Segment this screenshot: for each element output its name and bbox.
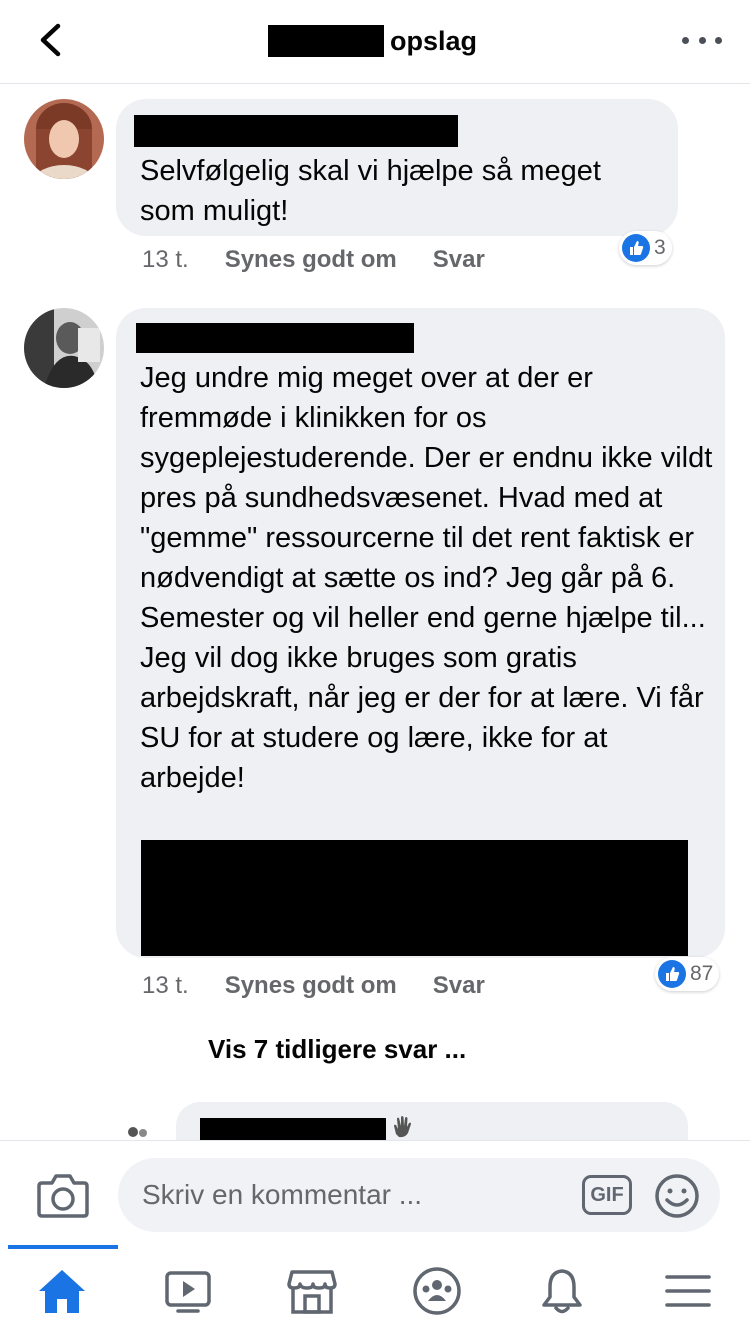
avatar-photo [24, 99, 104, 179]
comment-actions: 13 t. Synes godt om Svar [142, 969, 485, 1003]
chevron-left-icon [40, 23, 61, 57]
top-bar: opslag [0, 0, 750, 84]
comment-text: Jeg undre mig meget over at der er fremm… [140, 362, 713, 794]
notifications-icon [542, 1269, 582, 1314]
active-tab-indicator [8, 1245, 118, 1249]
avatar[interactable] [24, 308, 104, 388]
groups-icon [413, 1267, 461, 1315]
camera-button[interactable] [36, 1171, 90, 1219]
redacted-attachment [141, 840, 688, 956]
camera-icon [37, 1174, 89, 1218]
tab-home[interactable] [32, 1263, 92, 1319]
redacted-author-name [134, 115, 458, 147]
reaction-summary[interactable]: 87 [655, 957, 720, 991]
gif-button[interactable]: GIF [582, 1175, 632, 1215]
like-reaction-icon [658, 960, 686, 988]
menu-icon [665, 1275, 711, 1307]
comment-time: 13 t. [142, 246, 189, 273]
avatar-photo [24, 308, 104, 388]
reply-button[interactable]: Svar [433, 972, 485, 1000]
bottom-navigation [0, 1245, 750, 1335]
reaction-count: 87 [690, 962, 714, 985]
view-previous-replies-link[interactable]: Vis 7 tidligere svar ... [208, 1034, 466, 1065]
comment-bubble: Jeg undre mig meget over at der er fremm… [116, 308, 725, 958]
page-title-text: opslag [390, 25, 478, 56]
like-reaction-icon [622, 234, 650, 262]
back-button[interactable] [28, 18, 72, 62]
reaction-summary[interactable]: 3 [619, 231, 672, 265]
tab-groups[interactable] [407, 1263, 467, 1319]
like-button[interactable]: Synes godt om [225, 972, 397, 1000]
comment-actions: 13 t. Synes godt om Svar [142, 243, 485, 277]
tab-video[interactable] [158, 1263, 218, 1319]
redacted-author-name [136, 323, 414, 353]
waving-hand-icon [394, 1116, 411, 1138]
like-button[interactable]: Synes godt om [225, 246, 397, 274]
emoji-button[interactable] [654, 1173, 700, 1219]
more-options-button[interactable] [682, 30, 722, 50]
comment-text: Selvfølgelig skal vi hjælpe så meget som… [140, 155, 601, 227]
reply-button[interactable]: Svar [433, 246, 485, 274]
comment-time: 13 t. [142, 972, 189, 999]
video-icon [165, 1271, 211, 1313]
tab-notifications[interactable] [532, 1263, 592, 1319]
reaction-count: 3 [654, 236, 666, 259]
smiley-icon [655, 1174, 699, 1218]
page-title: opslag [268, 24, 477, 58]
marketplace-icon [287, 1270, 337, 1314]
tab-marketplace[interactable] [282, 1263, 342, 1319]
tab-menu[interactable] [658, 1263, 718, 1319]
comment-composer: GIF [0, 1140, 750, 1245]
comment-bubble: Selvfølgelig skal vi hjælpe så meget som… [116, 99, 678, 236]
home-icon [39, 1270, 85, 1313]
reply-avatar[interactable] [124, 1120, 152, 1140]
redacted-name [268, 25, 384, 57]
avatar[interactable] [24, 99, 104, 179]
more-horizontal-icon [682, 36, 689, 44]
